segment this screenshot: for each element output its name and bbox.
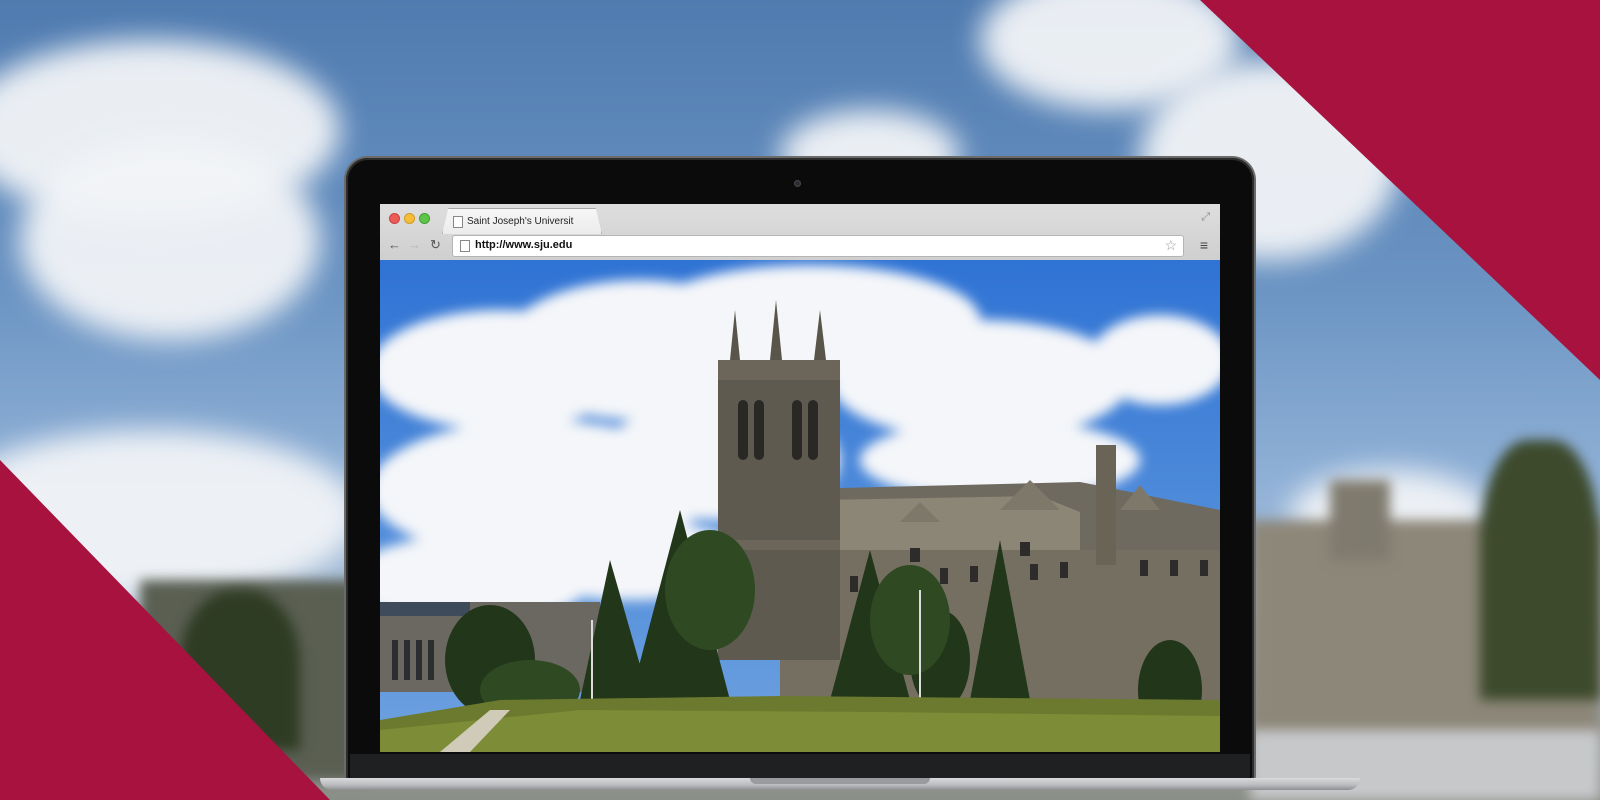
url-text[interactable]: http://www.sju.edu	[475, 239, 572, 251]
minimize-window-button[interactable]	[404, 213, 415, 224]
back-arrow-icon[interactable]: ←	[388, 237, 401, 252]
address-bar[interactable]: http://www.sju.edu ☆	[452, 235, 1184, 257]
red-corner-bottom-left	[0, 460, 330, 800]
close-window-button[interactable]	[389, 213, 400, 224]
page-icon	[460, 240, 470, 252]
page-icon	[453, 216, 463, 228]
laptop-notch	[750, 778, 930, 784]
red-corner-top-right	[1200, 0, 1600, 380]
fullscreen-icon[interactable]: ⤢	[1201, 211, 1210, 224]
menu-icon[interactable]: ≡	[1200, 237, 1208, 253]
laptop: Saint Joseph's Universit ⤢ ← → ↻ http://…	[320, 158, 1360, 790]
browser-window: Saint Joseph's Universit ⤢ ← → ↻ http://…	[380, 204, 1220, 752]
laptop-chin	[350, 754, 1250, 780]
camera-icon	[794, 180, 801, 187]
star-icon[interactable]: ☆	[1164, 237, 1177, 254]
browser-chrome: Saint Joseph's Universit ⤢ ← → ↻ http://…	[380, 204, 1220, 261]
laptop-base	[320, 778, 1360, 790]
browser-tab[interactable]: Saint Joseph's Universit	[442, 208, 602, 234]
campus-photo	[380, 260, 1220, 752]
campus-illustration	[380, 260, 1220, 752]
reload-icon[interactable]: ↻	[430, 237, 441, 253]
tab-title: Saint Joseph's Universit	[467, 216, 574, 227]
zoom-window-button[interactable]	[419, 213, 430, 224]
forward-arrow-icon[interactable]: →	[408, 237, 421, 252]
browser-toolbar: ← → ↻ http://www.sju.edu ☆ ≡	[380, 232, 1220, 260]
